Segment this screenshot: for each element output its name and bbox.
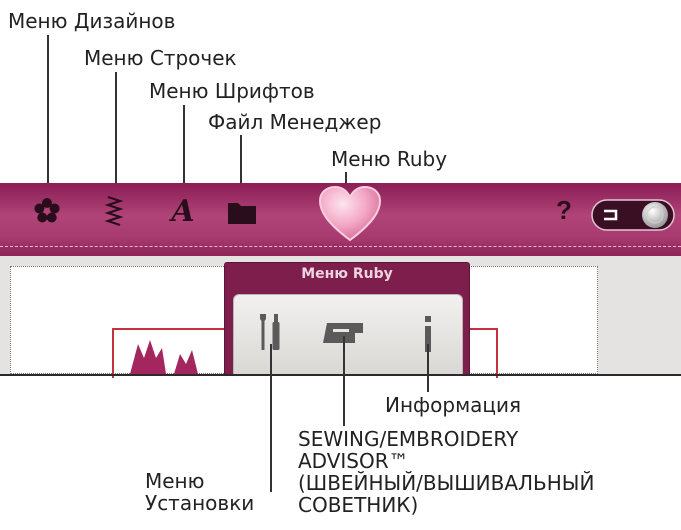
leader-advisor [343, 336, 345, 426]
flower-icon[interactable] [32, 196, 62, 226]
callout-info: Информация [385, 393, 522, 417]
callout-advisor: SEWING/EMBROIDERY ADVISOR™ (ШВЕЙНЫЙ/ВЫШИ… [298, 427, 595, 517]
callout-designs-menu: Меню Дизайнов [8, 9, 176, 33]
leader-info [427, 344, 429, 392]
heart-icon[interactable] [316, 184, 384, 244]
folder-icon[interactable] [226, 198, 258, 226]
toggle-switch[interactable] [591, 199, 675, 231]
callout-stitch-menu: Меню Строчек [84, 46, 237, 70]
leader-designs-menu [47, 35, 49, 194]
screen-bottom-edge [0, 374, 681, 376]
stitch-icon[interactable] [103, 193, 127, 229]
leader-stitch-menu [115, 72, 117, 196]
callout-settings-menu: Меню Установки [145, 469, 255, 515]
leader-font-menu [183, 105, 185, 193]
callout-ruby-menu: Меню Ruby [331, 147, 448, 171]
toolbar-dashed-divider [0, 246, 681, 247]
font-icon[interactable]: A [165, 194, 201, 229]
callout-file-manager: Файл Менеджер [208, 110, 382, 134]
popup-title: Меню Ruby [301, 266, 393, 282]
callout-font-menu: Меню Шрифтов [149, 79, 315, 103]
design-preview [128, 338, 208, 374]
leader-settings [270, 344, 272, 492]
help-icon[interactable]: ? [552, 194, 576, 226]
